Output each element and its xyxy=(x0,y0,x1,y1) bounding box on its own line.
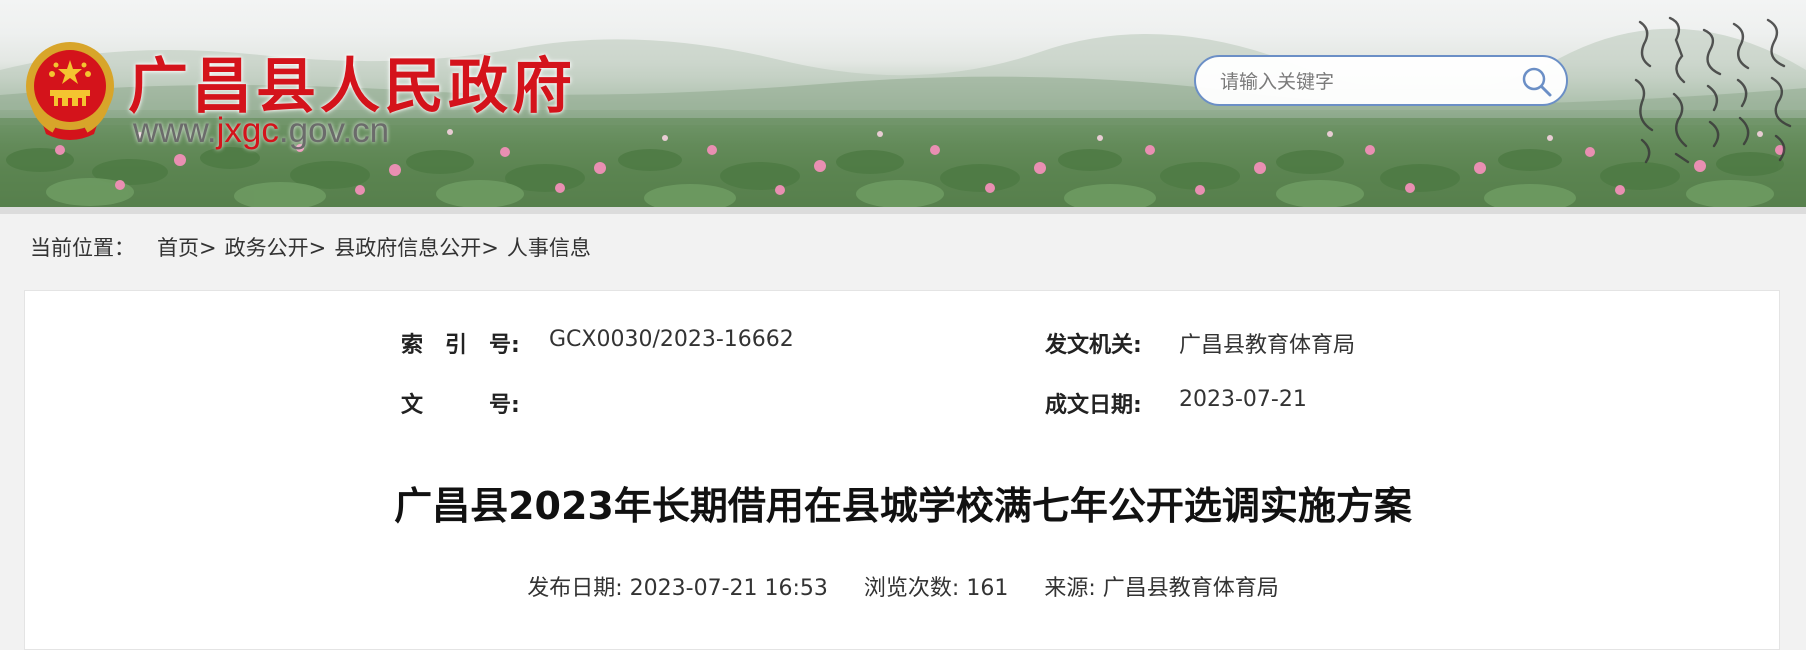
search-icon xyxy=(1522,67,1552,97)
publish-info: 发布日期: 2023-07-21 16:53 浏览次数: 161 来源: 广昌县… xyxy=(25,570,1781,602)
search-input[interactable] xyxy=(1218,65,1512,99)
breadcrumb: 当前位置： 首页> 政务公开> 县政府信息公开> 人事信息 xyxy=(30,232,591,262)
issuing-agency-label: 发文机关: xyxy=(1045,333,1142,358)
site-url: www.jxgc.gov.cn xyxy=(133,111,389,151)
header-banner: 广昌县人民政府 www.jxgc.gov.cn xyxy=(0,0,1806,207)
view-count-label: 浏览次数: xyxy=(863,576,960,601)
index-number-label: 索 引 号: xyxy=(401,333,520,358)
document-number-label: 文 号: xyxy=(401,393,520,418)
search-button[interactable] xyxy=(1520,65,1554,99)
breadcrumb-gov-info[interactable]: 县政府信息公开 xyxy=(334,236,481,260)
breadcrumb-separator: > xyxy=(308,236,327,260)
issuing-agency-value: 广昌县教育体育局 xyxy=(1179,333,1356,358)
publish-date-label: 发布日期: xyxy=(527,576,623,601)
written-date-value: 2023-07-21 xyxy=(1179,387,1307,412)
article-title: 广昌县2023年长期借用在县城学校满七年公开选调实施方案 xyxy=(394,484,1412,528)
breadcrumb-label: 当前位置： xyxy=(30,236,135,260)
source-label: 来源: xyxy=(1044,576,1096,601)
view-count-value: 161 xyxy=(966,576,1009,601)
site-url-prefix: www. xyxy=(133,111,217,150)
banner-divider xyxy=(0,207,1806,214)
national-emblem-icon xyxy=(26,42,114,140)
breadcrumb-separator: > xyxy=(199,236,217,260)
source-value: 广昌县教育体育局 xyxy=(1102,576,1279,601)
calligraphy-image xyxy=(1634,16,1792,164)
breadcrumb-home[interactable]: 首页 xyxy=(157,236,199,260)
breadcrumb-personnel[interactable]: 人事信息 xyxy=(507,236,591,260)
site-url-suffix: .gov.cn xyxy=(278,111,390,150)
index-number-value: GCX0030/2023-16662 xyxy=(549,327,794,352)
breadcrumb-gov-affairs[interactable]: 政务公开 xyxy=(225,236,309,260)
site-url-highlight: jxgc xyxy=(216,111,279,150)
search-box xyxy=(1194,55,1568,106)
publish-date-value: 2023-07-21 16:53 xyxy=(629,576,828,601)
breadcrumb-separator: > xyxy=(481,236,499,260)
article-panel: 索 引 号: GCX0030/2023-16662 发文机关: 广昌县教育体育局… xyxy=(24,290,1780,650)
written-date-label: 成文日期: xyxy=(1045,393,1142,418)
